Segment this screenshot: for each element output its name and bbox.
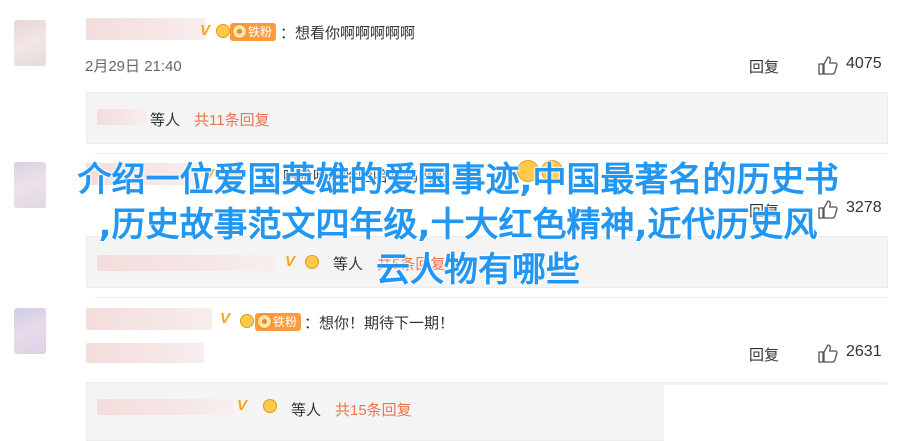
avatar[interactable]: [14, 20, 46, 66]
reply-prefix: 等人: [150, 112, 181, 129]
username[interactable]: [86, 308, 212, 330]
reply-count-link[interactable]: 共15条回复: [335, 399, 412, 420]
reply-user[interactable]: [97, 399, 233, 415]
reply-button[interactable]: 回复: [749, 344, 779, 365]
like-icon[interactable]: [817, 55, 839, 75]
coin-icon: [240, 314, 254, 328]
fan-icon: [257, 314, 272, 329]
vip-icon: V: [220, 310, 231, 327]
divider: [94, 297, 888, 298]
username[interactable]: [86, 18, 206, 40]
overlay-line-2: ,历史故事范文四年级,十大红色精神,近代历史风: [98, 205, 818, 246]
overlay-line-3: 云人物有哪些: [376, 250, 581, 291]
like-icon[interactable]: [817, 343, 839, 363]
comment-text: ：想看你啊啊啊啊啊: [280, 25, 416, 42]
overlay-headline: 介绍一位爱国英雄的爱国事迹,中国最著名的历史书 ,历史故事范文四年级,十大红色精…: [0, 158, 916, 293]
reply-prefix: 等人: [291, 402, 322, 419]
reply-summary[interactable]: 等人 共11条回复: [86, 92, 888, 144]
fan-icon: [232, 24, 247, 39]
coin-icon: [216, 24, 230, 38]
comment-text: ：想你！期待下一期！: [304, 315, 455, 332]
like-count: 2631: [846, 343, 882, 360]
comment-date: 2月29日 21:40: [85, 58, 182, 75]
coin-icon: [263, 399, 277, 413]
fan-badge[interactable]: 铁粉: [230, 23, 277, 41]
vip-icon: V: [200, 22, 211, 39]
fan-badge-label: 铁粉: [248, 25, 273, 39]
comment-date: [86, 343, 204, 363]
vip-icon: V: [237, 397, 248, 414]
reply-user[interactable]: [97, 109, 147, 125]
fan-badge-label: 铁粉: [273, 315, 298, 329]
like-count: 4075: [846, 55, 882, 72]
fan-badge[interactable]: 铁粉: [255, 313, 302, 331]
avatar[interactable]: [14, 308, 46, 354]
divider: [94, 153, 888, 154]
reply-button[interactable]: 回复: [749, 56, 779, 77]
reply-count-link[interactable]: 共11条回复: [194, 109, 270, 130]
blank-patch: [664, 385, 916, 441]
overlay-line-1: 介绍一位爱国英雄的爱国事迹,中国最著名的历史书: [77, 160, 839, 201]
